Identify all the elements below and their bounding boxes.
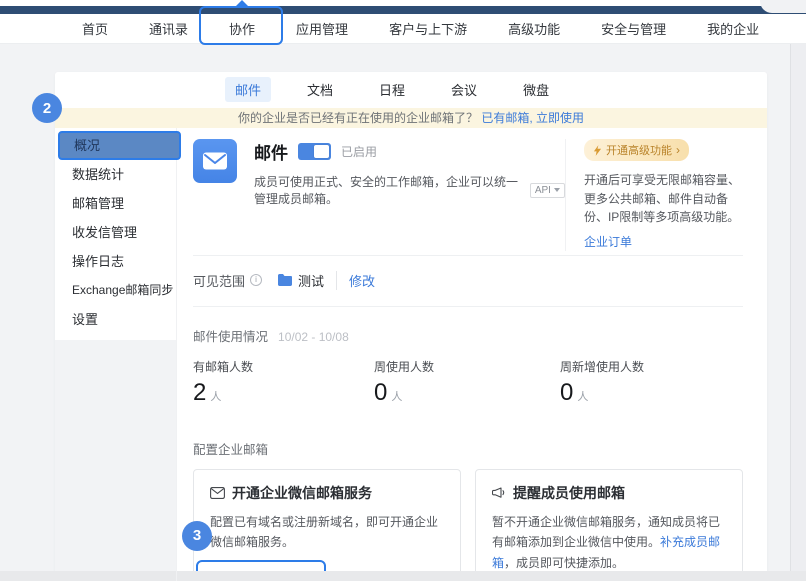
edit-visibility-link[interactable]: 修改 bbox=[349, 271, 375, 290]
setup-section-title: 配置企业邮箱 bbox=[193, 439, 743, 458]
nav-app-management[interactable]: 应用管理 bbox=[296, 19, 348, 38]
info-icon[interactable]: i bbox=[250, 274, 262, 286]
top-navigation: 首页 通讯录 协作 应用管理 客户与上下游 高级功能 安全与管理 我的企业 bbox=[0, 14, 806, 44]
tab-schedule[interactable]: 日程 bbox=[369, 77, 415, 102]
premium-promo-column: 开通高级功能 › 开通后可享受无限邮箱容量、更多公共邮箱、邮件自动备份、IP限制… bbox=[565, 139, 743, 251]
stat-label: 周新增使用人数 bbox=[560, 358, 644, 375]
toggle-knob bbox=[314, 145, 329, 158]
collaboration-subtabs: 邮件 文档 日程 会议 微盘 bbox=[55, 72, 767, 108]
sidebar-item-send-receive-management[interactable]: 收发信管理 bbox=[55, 218, 176, 247]
megaphone-icon bbox=[492, 487, 506, 499]
remind-card-description-tail: ，成员即可快捷添加。 bbox=[504, 556, 624, 570]
tab-mail[interactable]: 邮件 bbox=[225, 77, 271, 102]
usage-date-range: 10/02 - 10/08 bbox=[278, 330, 349, 344]
premium-description: 开通后可享受无限邮箱容量、更多公共邮箱、邮件自动备份、IP限制等多项高级功能。 bbox=[584, 171, 743, 227]
activate-mailbox-card: 开通企业微信邮箱服务 配置已有域名或注册新域名，即可开通企业微信邮箱服务。 3 … bbox=[193, 469, 461, 581]
mail-description: 成员可使用正式、安全的工作邮箱，企业可以统一管理成员邮箱。 bbox=[254, 173, 524, 207]
admin-console-screen: 首页 通讯录 协作 应用管理 客户与上下游 高级功能 安全与管理 我的企业 2 … bbox=[0, 0, 806, 581]
chevron-down-icon bbox=[554, 188, 560, 192]
visibility-label: 可见范围 bbox=[193, 271, 245, 290]
tab-drive[interactable]: 微盘 bbox=[513, 77, 559, 102]
nav-security-management[interactable]: 安全与管理 bbox=[601, 19, 666, 38]
envelope-icon bbox=[202, 148, 228, 174]
tab-meeting[interactable]: 会议 bbox=[441, 77, 487, 102]
folder-icon bbox=[278, 274, 292, 286]
existing-mailbox-notice-banner: 你的企业是否已经有正在使用的企业邮箱了？ 已有邮箱, 立即使用 bbox=[55, 108, 767, 128]
stat-value: 0 bbox=[374, 379, 387, 407]
mail-enabled-toggle[interactable] bbox=[298, 143, 331, 160]
navy-header-bar bbox=[0, 6, 806, 14]
tutorial-step-2-badge: 2 bbox=[32, 93, 62, 123]
nav-collaboration[interactable]: 协作 bbox=[229, 19, 255, 38]
nav-advanced-features[interactable]: 高级功能 bbox=[508, 19, 560, 38]
stat-value: 2 bbox=[193, 379, 206, 407]
upgrade-premium-label: 开通高级功能 bbox=[606, 142, 672, 158]
window-corner-decoration bbox=[760, 0, 806, 13]
api-label: API bbox=[535, 185, 551, 196]
arrow-right-icon: › bbox=[676, 144, 680, 156]
stat-unit: 人 bbox=[391, 388, 402, 404]
visibility-scope-name: 测试 bbox=[298, 271, 324, 290]
stat-label: 周使用人数 bbox=[374, 358, 560, 375]
section-divider bbox=[193, 306, 743, 307]
sidebar-item-statistics[interactable]: 数据统计 bbox=[55, 160, 176, 189]
right-scroll-rail[interactable] bbox=[790, 44, 806, 581]
visibility-scope-chip: 测试 bbox=[278, 271, 337, 290]
banner-question: 你的企业是否已经有正在使用的企业邮箱了？ bbox=[238, 111, 478, 125]
stat-value: 0 bbox=[560, 379, 573, 407]
stat-weekly-active: 周使用人数 0 人 bbox=[374, 358, 560, 407]
tab-docs[interactable]: 文档 bbox=[297, 77, 343, 102]
mail-sidebar: 概况 数据统计 邮箱管理 收发信管理 操作日志 Exchange邮箱同步 设置 bbox=[55, 128, 177, 581]
page-background: 邮件 文档 日程 会议 微盘 你的企业是否已经有正在使用的企业邮箱了？ 已有邮箱… bbox=[0, 44, 806, 581]
stat-weekly-new: 周新增使用人数 0 人 bbox=[560, 358, 644, 407]
mail-admin-panel: 邮件 文档 日程 会议 微盘 你的企业是否已经有正在使用的企业邮箱了？ 已有邮箱… bbox=[55, 72, 767, 581]
nav-home[interactable]: 首页 bbox=[82, 19, 108, 38]
stat-label: 有邮箱人数 bbox=[193, 358, 374, 375]
premium-flash-icon bbox=[593, 145, 602, 156]
remind-card-title: 提醒成员使用邮箱 bbox=[513, 483, 625, 503]
upgrade-premium-button[interactable]: 开通高级功能 › bbox=[584, 139, 689, 161]
sidebar-item-settings[interactable]: 设置 bbox=[55, 305, 176, 334]
enterprise-order-link[interactable]: 企业订单 bbox=[584, 233, 632, 250]
stat-mailbox-members: 有邮箱人数 2 人 bbox=[193, 358, 374, 407]
stat-unit: 人 bbox=[577, 388, 588, 404]
nav-my-company[interactable]: 我的企业 bbox=[707, 19, 759, 38]
mail-overview-content: 邮件 已启用 成员可使用正式、安全的工作邮箱，企业可以统一管理成员邮箱。 API bbox=[177, 128, 767, 581]
activate-card-title: 开通企业微信邮箱服务 bbox=[232, 483, 372, 503]
usage-section-title: 邮件使用情况 bbox=[193, 326, 268, 345]
enabled-status-text: 已启用 bbox=[341, 143, 377, 160]
activate-card-description: 配置已有域名或注册新域名，即可开通企业微信邮箱服务。 bbox=[210, 512, 444, 553]
stat-unit: 人 bbox=[210, 388, 221, 404]
sidebar-item-operation-log[interactable]: 操作日志 bbox=[55, 247, 176, 276]
mail-app-icon bbox=[193, 139, 237, 183]
page-title-mail: 邮件 bbox=[254, 139, 288, 164]
nav-customers-updownstream[interactable]: 客户与上下游 bbox=[389, 19, 467, 38]
tutorial-step-3-badge: 3 bbox=[182, 521, 212, 551]
nav-contacts[interactable]: 通讯录 bbox=[149, 19, 188, 38]
envelope-outline-icon bbox=[210, 487, 225, 499]
banner-use-existing-link[interactable]: 已有邮箱, 立即使用 bbox=[481, 111, 584, 125]
api-dropdown-tag[interactable]: API bbox=[530, 183, 565, 198]
remind-members-card: 提醒成员使用邮箱 暂不开通企业微信邮箱服务，通知成员将已有邮箱添加到企业微信中使… bbox=[475, 469, 743, 581]
sidebar-item-overview[interactable]: 概况 bbox=[58, 131, 181, 160]
sidebar-item-mailbox-management[interactable]: 邮箱管理 bbox=[55, 189, 176, 218]
sidebar-item-exchange-sync[interactable]: Exchange邮箱同步 bbox=[55, 276, 176, 305]
